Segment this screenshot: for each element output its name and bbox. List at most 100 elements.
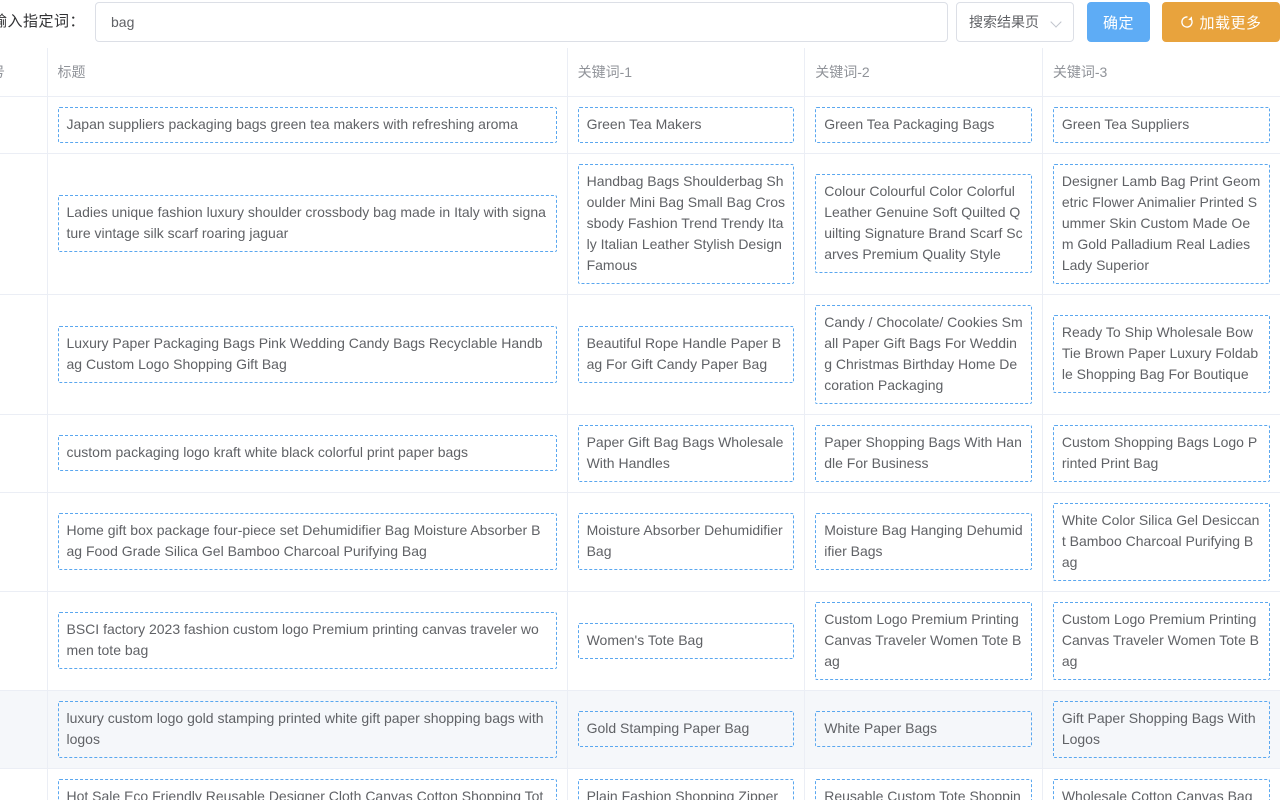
refresh-icon <box>1180 15 1194 29</box>
title-editor[interactable]: Japan suppliers packaging bags green tea… <box>58 107 557 143</box>
title-cell: luxury custom logo gold stamping printed… <box>47 690 567 768</box>
table-row: 4 custom packaging logo kraft white black… <box>0 414 1280 492</box>
title-cell: Ladies unique fashion luxury shoulder cr… <box>47 153 567 294</box>
keyword2-cell: Reusable Custom Tote Shopping Bags Cotto… <box>805 768 1043 800</box>
keyword3-cell: Wholesale Cotton Canvas Bag With Logo Pr… <box>1042 768 1280 800</box>
keyword2-cell: Custom Logo Premium Printing Canvas Trav… <box>805 591 1043 690</box>
keyword2-cell: Moisture Bag Hanging Dehumidifier Bags <box>805 492 1043 591</box>
table-row: 1 Japan suppliers packaging bags green te… <box>0 96 1280 153</box>
table-row: 2Ladies unique fashion luxury shoulder c… <box>0 153 1280 294</box>
title-cell: Hot Sale Eco Friendly Reusable Designer … <box>47 768 567 800</box>
keyword2-editor[interactable]: Moisture Bag Hanging Dehumidifier Bags <box>815 513 1032 570</box>
keyword3-editor[interactable]: Custom Shopping Bags Logo Printed Print … <box>1053 425 1270 482</box>
keyword3-editor[interactable]: Custom Logo Premium Printing Canvas Trav… <box>1053 602 1270 680</box>
keyword1-cell: Women's Tote Bag <box>567 591 805 690</box>
keyword-input[interactable] <box>95 2 948 42</box>
table-body: 1 Japan suppliers packaging bags green te… <box>0 96 1280 800</box>
column-header-keyword1: 关键词-1 <box>567 48 805 96</box>
keyword2-editor[interactable]: Custom Logo Premium Printing Canvas Trav… <box>815 602 1032 680</box>
keyword3-cell: Custom Logo Premium Printing Canvas Trav… <box>1042 591 1280 690</box>
keyword1-editor[interactable]: Gold Stamping Paper Bag <box>578 711 795 747</box>
row-index-cell: 8 <box>0 768 47 800</box>
keyword3-cell: Designer Lamb Bag Print Geometric Flower… <box>1042 153 1280 294</box>
title-cell: Luxury Paper Packaging Bags Pink Wedding… <box>47 294 567 414</box>
keyword1-editor[interactable]: Women's Tote Bag <box>578 623 795 659</box>
title-cell: custom packaging logo kraft white black … <box>47 414 567 492</box>
table-header: 序号 标题 关键词-1 关键词-2 关键词-3 <box>0 48 1280 96</box>
table-row: 7luxury custom logo gold stamping printe… <box>0 690 1280 768</box>
keyword1-editor[interactable]: Paper Gift Bag Bags Wholesale With Handl… <box>578 425 795 482</box>
keyword1-cell: Paper Gift Bag Bags Wholesale With Handl… <box>567 414 805 492</box>
keyword3-editor[interactable]: Gift Paper Shopping Bags With Logos <box>1053 701 1270 758</box>
keyword2-editor[interactable]: Green Tea Packaging Bags <box>815 107 1032 143</box>
keyword2-cell: Colour Colourful Color Colorful Leather … <box>805 153 1043 294</box>
chevron-down-icon <box>1051 16 1063 28</box>
keyword2-editor[interactable]: Colour Colourful Color Colorful Leather … <box>815 174 1032 273</box>
title-cell: Japan suppliers packaging bags green tea… <box>47 96 567 153</box>
keyword2-cell: Candy / Chocolate/ Cookies Small Paper G… <box>805 294 1043 414</box>
keyword3-cell: Custom Shopping Bags Logo Printed Print … <box>1042 414 1280 492</box>
title-editor[interactable]: Ladies unique fashion luxury shoulder cr… <box>58 195 557 252</box>
table-row: 3Luxury Paper Packaging Bags Pink Weddin… <box>0 294 1280 414</box>
keyword1-editor[interactable]: Beautiful Rope Handle Paper Bag For Gift… <box>578 326 795 383</box>
keyword2-cell: Paper Shopping Bags With Handle For Busi… <box>805 414 1043 492</box>
title-cell: BSCI factory 2023 fashion custom logo Pr… <box>47 591 567 690</box>
keyword3-editor[interactable]: Wholesale Cotton Canvas Bag With Logo Pr… <box>1053 779 1270 800</box>
keyword1-editor[interactable]: Moisture Absorber Dehumidifier Bag <box>578 513 795 570</box>
keyword1-cell: Green Tea Makers <box>567 96 805 153</box>
keyword3-editor[interactable]: White Color Silica Gel Desiccant Bamboo … <box>1053 503 1270 581</box>
title-editor[interactable]: Hot Sale Eco Friendly Reusable Designer … <box>58 779 557 800</box>
table-header-row: 序号 标题 关键词-1 关键词-2 关键词-3 <box>0 48 1280 96</box>
title-editor[interactable]: Luxury Paper Packaging Bags Pink Wedding… <box>58 326 557 383</box>
column-header-keyword2: 关键词-2 <box>805 48 1043 96</box>
row-index-cell: 2 <box>0 153 47 294</box>
load-more-label: 加载更多 <box>1199 12 1261 33</box>
keyword3-cell: Ready To Ship Wholesale Bow Tie Brown Pa… <box>1042 294 1280 414</box>
keyword3-cell: Green Tea Suppliers <box>1042 96 1280 153</box>
keyword1-editor[interactable]: Green Tea Makers <box>578 107 795 143</box>
top-toolbar: 输入指定词： 搜索结果页 确定 加载更多 <box>0 0 1280 44</box>
keyword1-cell: Moisture Absorber Dehumidifier Bag <box>567 492 805 591</box>
row-index-cell: 4 <box>0 414 47 492</box>
keyword3-cell: White Color Silica Gel Desiccant Bamboo … <box>1042 492 1280 591</box>
title-editor[interactable]: BSCI factory 2023 fashion custom logo Pr… <box>58 612 557 669</box>
column-header-title: 标题 <box>47 48 567 96</box>
row-index-cell: 7 <box>0 690 47 768</box>
load-more-button[interactable]: 加载更多 <box>1162 2 1280 42</box>
table-row: 8 Hot Sale Eco Friendly Reusable Designer… <box>0 768 1280 800</box>
keyword2-editor[interactable]: White Paper Bags <box>815 711 1032 747</box>
keyword1-editor[interactable]: Handbag Bags Shoulderbag Shoulder Mini B… <box>578 164 795 284</box>
keyword1-editor[interactable]: Plain Fashion Shopping Zipper Print Canv… <box>578 779 795 800</box>
row-index-cell: 5 <box>0 492 47 591</box>
keyword2-editor[interactable]: Reusable Custom Tote Shopping Bags Cotto… <box>815 779 1032 800</box>
keyword3-editor[interactable]: Green Tea Suppliers <box>1053 107 1270 143</box>
title-editor[interactable]: luxury custom logo gold stamping printed… <box>58 701 557 758</box>
keyword3-cell: Gift Paper Shopping Bags With Logos <box>1042 690 1280 768</box>
row-index-cell: 1 <box>0 96 47 153</box>
column-header-keyword3: 关键词-3 <box>1042 48 1280 96</box>
keyword2-cell: White Paper Bags <box>805 690 1043 768</box>
keyword2-editor[interactable]: Paper Shopping Bags With Handle For Busi… <box>815 425 1032 482</box>
keyword2-cell: Green Tea Packaging Bags <box>805 96 1043 153</box>
table-row: 6BSCI factory 2023 fashion custom logo P… <box>0 591 1280 690</box>
title-editor[interactable]: Home gift box package four-piece set Deh… <box>58 513 557 570</box>
keyword1-cell: Gold Stamping Paper Bag <box>567 690 805 768</box>
keyword-label: 输入指定词： <box>0 2 85 42</box>
keyword1-cell: Beautiful Rope Handle Paper Bag For Gift… <box>567 294 805 414</box>
keyword2-editor[interactable]: Candy / Chocolate/ Cookies Small Paper G… <box>815 305 1032 404</box>
keyword-table: 序号 标题 关键词-1 关键词-2 关键词-3 1 Japan suppliers… <box>0 48 1280 800</box>
page-type-select-value: 搜索结果页 <box>969 12 1047 32</box>
row-index-cell: 6 <box>0 591 47 690</box>
keyword3-editor[interactable]: Ready To Ship Wholesale Bow Tie Brown Pa… <box>1053 315 1270 393</box>
keyword-table-scroll[interactable]: 序号 标题 关键词-1 关键词-2 关键词-3 1 Japan suppliers… <box>0 48 1280 800</box>
title-cell: Home gift box package four-piece set Deh… <box>47 492 567 591</box>
page-type-select[interactable]: 搜索结果页 <box>956 2 1074 42</box>
confirm-button[interactable]: 确定 <box>1087 2 1150 42</box>
row-index-cell: 3 <box>0 294 47 414</box>
column-header-index: 序号 <box>0 48 47 96</box>
keyword1-cell: Handbag Bags Shoulderbag Shoulder Mini B… <box>567 153 805 294</box>
table-row: 5Home gift box package four-piece set De… <box>0 492 1280 591</box>
title-editor[interactable]: custom packaging logo kraft white black … <box>58 435 557 471</box>
keyword3-editor[interactable]: Designer Lamb Bag Print Geometric Flower… <box>1053 164 1270 284</box>
keyword1-cell: Plain Fashion Shopping Zipper Print Canv… <box>567 768 805 800</box>
